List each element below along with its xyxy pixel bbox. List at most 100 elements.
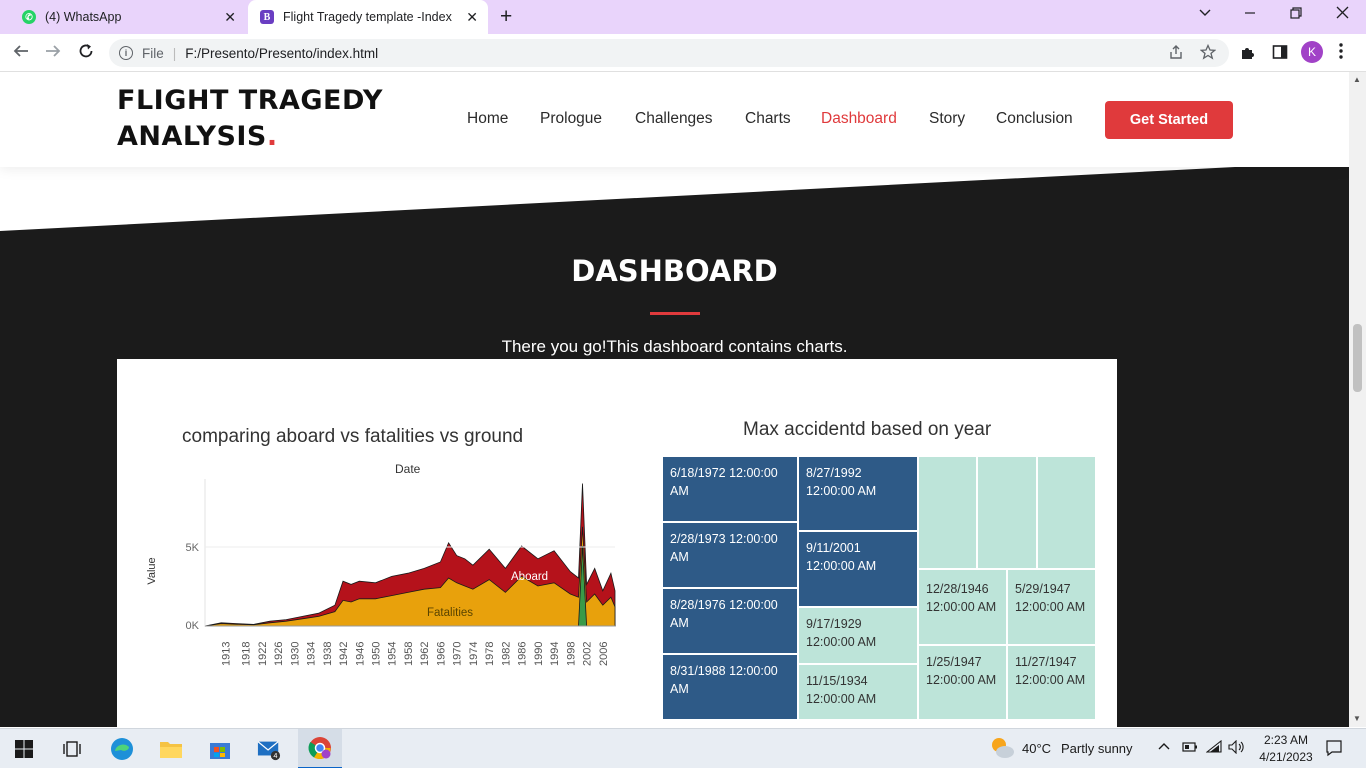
x-tick-label: 1990	[533, 642, 545, 666]
profile-avatar[interactable]: K	[1301, 41, 1323, 63]
nav-home[interactable]: Home	[467, 110, 508, 128]
site-logo[interactable]: FLIGHT TRAGEDY ANALYSIS.	[117, 83, 383, 155]
treemap-cell[interactable]: 1/25/1947 12:00:00 AM	[919, 646, 1006, 719]
share-icon[interactable]	[1168, 44, 1184, 64]
windows-taskbar: 4 40°C Partly sunny 2:23 AM 4/21/2023	[0, 728, 1366, 768]
scroll-thumb[interactable]	[1353, 324, 1362, 392]
edge-icon[interactable]	[110, 737, 134, 761]
x-tick-label: 1942	[338, 642, 350, 666]
x-tick-label: 1913	[220, 642, 232, 666]
series-label-aboard: Aboard	[511, 571, 548, 583]
store-icon[interactable]	[208, 737, 232, 761]
reload-icon[interactable]	[77, 42, 95, 65]
y-tick-label: 0K	[186, 620, 200, 632]
section-title: DASHBOARD	[571, 254, 778, 288]
x-tick-label: 1934	[306, 642, 318, 666]
dashboard-panel: comparing aboard vs fatalities vs ground…	[117, 359, 1117, 727]
close-window-button[interactable]	[1336, 6, 1349, 23]
nav-story[interactable]: Story	[929, 110, 965, 128]
page-scrollbar[interactable]: ▲ ▼	[1349, 72, 1366, 727]
treemap-cell[interactable]: 11/27/1947 12:00:00 AM	[1008, 646, 1095, 719]
weather-icon[interactable]	[988, 735, 1016, 764]
tab-search-icon[interactable]	[1198, 6, 1212, 24]
title-underline	[650, 312, 700, 315]
notifications-icon[interactable]	[1325, 739, 1343, 760]
treemap-cell[interactable]: 5/29/1947 12:00:00 AM	[1008, 570, 1095, 644]
back-icon[interactable]	[12, 42, 30, 65]
tab-whatsapp[interactable]: ✆ (4) WhatsApp ✕	[8, 0, 246, 34]
x-tick-label: 1954	[387, 642, 399, 666]
weather-desc[interactable]: Partly sunny	[1061, 741, 1133, 756]
x-tick-label: 1930	[289, 642, 301, 666]
url-text[interactable]: F:/Presento/Presento/index.html	[185, 46, 378, 61]
treemap-cell[interactable]	[919, 457, 976, 568]
chrome-taskbar-button[interactable]	[298, 729, 342, 768]
treemap[interactable]: 6/18/1972 12:00:00 AM 2/28/1973 12:00:00…	[663, 457, 1095, 719]
menu-kebab-icon[interactable]	[1338, 42, 1344, 64]
new-tab-button[interactable]: +	[500, 5, 512, 29]
treemap-cell[interactable]: 12/28/1946 12:00:00 AM	[919, 570, 1006, 644]
file-explorer-icon[interactable]	[159, 737, 183, 761]
x-tick-label: 1986	[517, 642, 529, 666]
minimize-button[interactable]	[1244, 6, 1256, 23]
area-chart[interactable]: 5K 0K Value Aboard Fatalities 1913 1918 19…	[137, 469, 637, 669]
get-started-button[interactable]: Get Started	[1105, 101, 1233, 139]
treemap-cell[interactable]	[1038, 457, 1095, 568]
separator: |	[172, 45, 177, 61]
restore-button[interactable]	[1290, 6, 1302, 23]
treemap-cell[interactable]: 2/28/1973 12:00:00 AM	[663, 523, 797, 587]
x-tick-label: 1922	[257, 642, 269, 666]
y-axis-title: Value	[146, 557, 158, 584]
nav-challenges[interactable]: Challenges	[635, 110, 713, 128]
bookmark-star-icon[interactable]	[1199, 43, 1217, 64]
chevron-up-icon[interactable]	[1157, 740, 1171, 757]
x-tick-label: 2006	[598, 642, 610, 666]
windows-start-icon[interactable]	[12, 737, 36, 761]
info-icon[interactable]: i	[119, 46, 133, 60]
nav-dashboard[interactable]: Dashboard	[821, 110, 897, 128]
x-tick-label: 1926	[273, 642, 285, 666]
treemap-cell[interactable]: 9/11/2001 12:00:00 AM	[799, 532, 917, 606]
mail-icon[interactable]: 4	[257, 737, 281, 761]
weather-temp[interactable]: 40°C	[1022, 741, 1051, 756]
forward-icon[interactable]	[44, 42, 62, 65]
treemap-cell[interactable]: 11/15/1934 12:00:00 AM	[799, 665, 917, 719]
task-view-icon[interactable]	[60, 737, 84, 761]
file-label: File	[142, 45, 164, 61]
address-bar[interactable]: i File | F:/Presento/Presento/index.html	[109, 39, 1229, 67]
extensions-icon[interactable]	[1240, 44, 1256, 64]
battery-icon[interactable]	[1182, 741, 1198, 756]
nav-conclusion[interactable]: Conclusion	[996, 110, 1073, 128]
logo-dot: .	[266, 121, 278, 152]
treemap-cell[interactable]: 8/31/1988 12:00:00 AM	[663, 655, 797, 719]
side-panel-icon[interactable]	[1272, 44, 1288, 64]
nav-charts[interactable]: Charts	[745, 110, 791, 128]
wifi-icon[interactable]	[1205, 739, 1222, 757]
section-subtitle: There you go!This dashboard contains cha…	[501, 337, 848, 356]
x-tick-label: 1970	[452, 642, 464, 666]
treemap-cell[interactable]: 8/28/1976 12:00:00 AM	[663, 589, 797, 653]
treemap-cell[interactable]: 6/18/1972 12:00:00 AM	[663, 457, 797, 521]
whatsapp-icon: ✆	[22, 10, 36, 24]
x-tick-label: 1994	[549, 642, 561, 666]
scroll-down-icon[interactable]: ▼	[1353, 714, 1361, 723]
x-tick-label: 1958	[403, 642, 415, 666]
x-tick-label: 1974	[468, 642, 480, 666]
x-tick-label: 1982	[500, 642, 512, 666]
tab-flight-tragedy[interactable]: B Flight Tragedy template -Index ✕	[248, 0, 488, 34]
treemap-cell[interactable]: 8/27/1992 12:00:00 AM	[799, 457, 917, 530]
x-tick-label: 1946	[354, 642, 366, 666]
scroll-up-icon[interactable]: ▲	[1353, 75, 1361, 84]
browser-tab-strip: ✆ (4) WhatsApp ✕ B Flight Tragedy templa…	[0, 0, 1366, 34]
treemap-cell[interactable]: 9/17/1929 12:00:00 AM	[799, 608, 917, 663]
nav-prologue[interactable]: Prologue	[540, 110, 602, 128]
x-tick-label: 1978	[484, 642, 496, 666]
section-slant-divider	[0, 167, 1349, 231]
close-icon[interactable]: ✕	[466, 9, 478, 26]
system-clock[interactable]: 2:23 AM 4/21/2023	[1255, 732, 1317, 766]
bootstrap-icon: B	[260, 10, 274, 24]
treemap-cell[interactable]	[978, 457, 1036, 568]
area-chart-title: comparing aboard vs fatalities vs ground	[182, 426, 524, 447]
close-icon[interactable]: ✕	[224, 9, 236, 26]
volume-icon[interactable]	[1228, 739, 1246, 757]
